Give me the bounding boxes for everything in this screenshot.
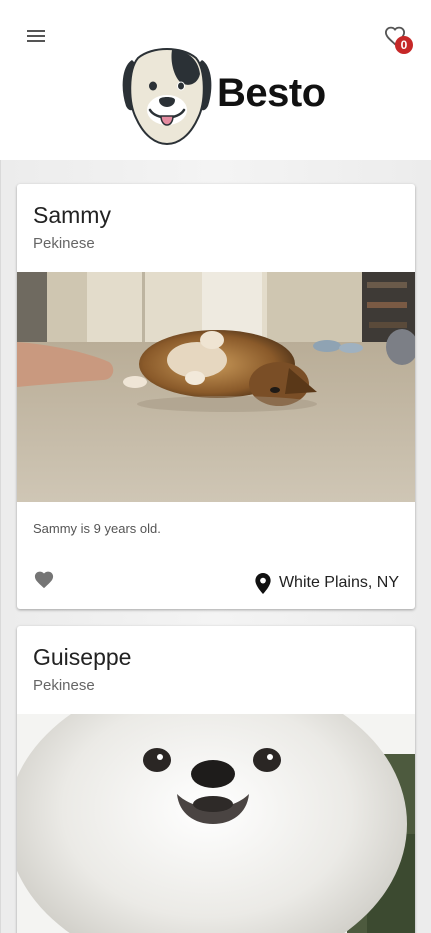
dog-photo [17, 272, 415, 502]
dog-card[interactable]: Guiseppe Pekinese [17, 626, 415, 933]
menu-button[interactable] [26, 28, 48, 46]
menu-icon-bar [27, 40, 45, 42]
dog-photo-image [17, 714, 415, 933]
brand-logo[interactable]: Besto [118, 44, 338, 146]
favorites-count-badge: 0 [395, 36, 413, 54]
dog-location: White Plains, NY [255, 572, 399, 594]
dog-photo-image [17, 272, 415, 502]
menu-icon-bar [27, 35, 45, 37]
heart-icon [34, 571, 54, 589]
dog-name: Guiseppe [33, 644, 132, 670]
dog-name: Sammy [33, 202, 111, 228]
dog-breed: Pekinese [33, 235, 95, 252]
menu-icon-bar [27, 30, 45, 32]
app-header: Besto 0 [0, 0, 431, 160]
dog-logo-icon [122, 48, 212, 146]
location-label: White Plains, NY [278, 574, 399, 591]
favorites-button[interactable]: 0 [384, 26, 414, 54]
map-pin-icon [255, 572, 271, 594]
dog-photo [17, 714, 415, 933]
brand-name: Besto [217, 71, 326, 115]
dog-card[interactable]: Sammy Pekinese Sammy is 9 years old. Whi… [17, 184, 415, 609]
favorite-button[interactable] [33, 570, 57, 594]
dog-description: Sammy is 9 years old. [33, 521, 161, 536]
dog-breed: Pekinese [33, 677, 95, 694]
